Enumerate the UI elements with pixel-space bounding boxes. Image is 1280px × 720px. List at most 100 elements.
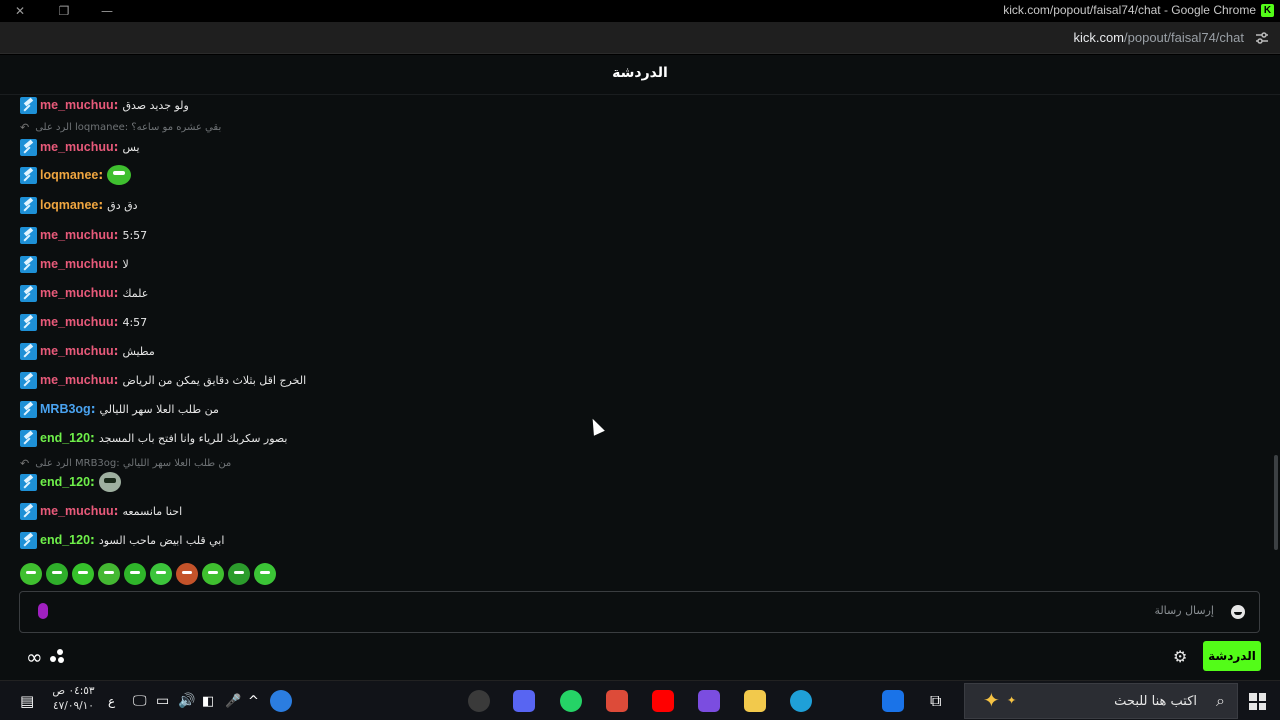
- quick-emote-icon[interactable]: [254, 563, 276, 585]
- chat-message-text: 5:57: [122, 228, 148, 242]
- chat-message: loqmanee: دق دق: [20, 195, 138, 215]
- m365-icon-glyph: [698, 690, 720, 712]
- chat-message-text: الخرج اقل بثلاث دقايق يمكن من الرياض: [122, 373, 307, 387]
- chat-username[interactable]: MRB3og: [40, 402, 91, 416]
- chat-username[interactable]: end_120: [40, 431, 90, 445]
- chat-username[interactable]: me_muchuu: [40, 344, 114, 358]
- chat-message-text: دق دق: [107, 198, 138, 212]
- username-colon: :: [113, 140, 119, 154]
- outlook-icon[interactable]: [880, 689, 906, 713]
- help-icon[interactable]: [270, 689, 292, 713]
- chat-message: me_muchuu: لا: [20, 254, 129, 274]
- quick-emote-icon[interactable]: [176, 563, 198, 585]
- quick-emote-icon[interactable]: [72, 563, 94, 585]
- sparkle-small-icon: ✦: [1007, 694, 1017, 707]
- chat-message-text: يس: [122, 140, 140, 154]
- onedrive-icon[interactable]: ◧: [202, 689, 214, 713]
- gear-icon[interactable]: ⚙: [1173, 647, 1187, 666]
- username-colon: :: [90, 475, 95, 489]
- quick-emote-icon[interactable]: [98, 563, 120, 585]
- reply-context: ↶ الرد على loqmanee: بقي عشره مو ساعه؟: [20, 119, 221, 135]
- chat-username[interactable]: me_muchuu: [40, 315, 114, 329]
- network-icon[interactable]: 🖵: [133, 689, 147, 713]
- quick-emote-icon[interactable]: [20, 563, 42, 585]
- microphone-icon[interactable]: [38, 603, 48, 619]
- username-colon: :: [90, 402, 96, 416]
- clock[interactable]: ٠٤:٥٣ ص ٤٧/٠٩/١٠: [46, 684, 101, 714]
- explorer-icon[interactable]: [742, 689, 768, 713]
- message-list[interactable]: me_muchuu: ولو جديد صدق ↶ الرد على loqmanee…: [0, 95, 1270, 600]
- infinity-icon[interactable]: ∞: [26, 645, 43, 669]
- obs-icon-glyph: [468, 690, 490, 712]
- username-colon: :: [113, 228, 119, 242]
- chat-username[interactable]: me_muchuu: [40, 228, 114, 242]
- chat-message: me_muchuu: يس: [20, 137, 140, 157]
- chat-username[interactable]: loqmanee: [40, 198, 98, 212]
- windows-start-icon[interactable]: [1249, 693, 1266, 710]
- search-icon: ⌕: [1216, 691, 1225, 710]
- chat-username[interactable]: end_120: [40, 475, 90, 489]
- quick-emote-icon[interactable]: [150, 563, 172, 585]
- username-colon: :: [90, 533, 95, 547]
- moderator-badge-icon: [20, 255, 37, 273]
- moderator-badge-icon: [20, 96, 37, 114]
- chat-message-text: 4:57: [122, 315, 148, 329]
- chat-header: الدردشة: [0, 55, 1280, 95]
- reply-icon: ↶: [20, 120, 30, 134]
- emote-grin-icon: [107, 165, 132, 185]
- chat-username[interactable]: me_muchuu: [40, 257, 114, 271]
- mic-tray-icon[interactable]: 🎤: [225, 689, 241, 713]
- username-colon: :: [98, 168, 104, 182]
- username-colon: :: [90, 431, 95, 445]
- quick-emote-icon[interactable]: [228, 563, 250, 585]
- youtube-icon[interactable]: [650, 689, 676, 713]
- reply-context: ↶ الرد على MRB3og: من طلب العلا سهر الليا…: [20, 455, 231, 471]
- site-settings-icon[interactable]: [1254, 30, 1270, 46]
- quick-emote-icon[interactable]: [202, 563, 224, 585]
- moderator-badge-icon: [20, 429, 37, 447]
- address-bar[interactable]: kick.com/popout/faisal74/chat: [0, 22, 1280, 54]
- obs-icon[interactable]: [466, 689, 492, 713]
- chrome-icon[interactable]: [604, 689, 630, 713]
- chevron-up-icon[interactable]: ^: [248, 689, 259, 713]
- reply-text: الرد على loqmanee: بقي عشره مو ساعه؟: [35, 121, 222, 133]
- extension-dots-icon[interactable]: [49, 648, 65, 664]
- message-input[interactable]: إرسال رسالة: [19, 591, 1260, 633]
- chat-username[interactable]: me_muchuu: [40, 140, 114, 154]
- edge-icon[interactable]: [788, 689, 814, 713]
- minimize-icon[interactable]: —: [97, 2, 117, 20]
- edge-icon-glyph: [790, 690, 812, 712]
- url-text[interactable]: kick.com/popout/faisal74/chat: [1073, 30, 1244, 45]
- quick-emote-icon[interactable]: [46, 563, 68, 585]
- chat-username[interactable]: end_120: [40, 533, 90, 547]
- chat-scrollbar[interactable]: [1274, 455, 1278, 550]
- chat-username[interactable]: loqmanee: [40, 168, 98, 182]
- battery-icon[interactable]: ▭: [156, 689, 169, 713]
- m365-icon[interactable]: [696, 689, 722, 713]
- url-path: /popout/faisal74/chat: [1124, 30, 1244, 45]
- chat-send-button[interactable]: الدردشة: [1203, 641, 1261, 671]
- chat-message: end_120: بصور سكربك للرياء وانا افتح باب …: [20, 428, 288, 448]
- moderator-badge-icon: [20, 400, 37, 418]
- restore-icon[interactable]: ❐: [54, 2, 74, 20]
- chat-panel: الدردشة me_muchuu: ولو جديد صدق ↶ الرد على …: [0, 55, 1280, 680]
- moderator-badge-icon: [20, 371, 37, 389]
- volume-icon[interactable]: 🔊: [178, 689, 195, 713]
- chat-username[interactable]: me_muchuu: [40, 504, 114, 518]
- taskbar-search[interactable]: ✦ ✦ اكتب هنا للبحث ⌕: [964, 683, 1238, 719]
- chat-message: me_muchuu:4:57: [20, 312, 147, 332]
- quick-emote-icon[interactable]: [124, 563, 146, 585]
- close-icon[interactable]: ✕: [10, 2, 30, 20]
- chat-username[interactable]: me_muchuu: [40, 373, 114, 387]
- discord-icon[interactable]: [511, 689, 537, 713]
- whatsapp-icon-glyph: [560, 690, 582, 712]
- chat-username[interactable]: me_muchuu: [40, 286, 114, 300]
- explorer-icon-glyph: [744, 690, 766, 712]
- task-view-icon[interactable]: ⧉: [930, 689, 941, 713]
- chat-message: MRB3og: من طلب العلا سهر الليالي: [20, 399, 219, 419]
- chat-username[interactable]: me_muchuu: [40, 98, 114, 112]
- language-indicator[interactable]: ع: [108, 689, 115, 713]
- whatsapp-icon[interactable]: [558, 689, 584, 713]
- notification-icon[interactable]: ▤: [20, 689, 34, 713]
- emoji-picker-icon[interactable]: [1231, 605, 1245, 619]
